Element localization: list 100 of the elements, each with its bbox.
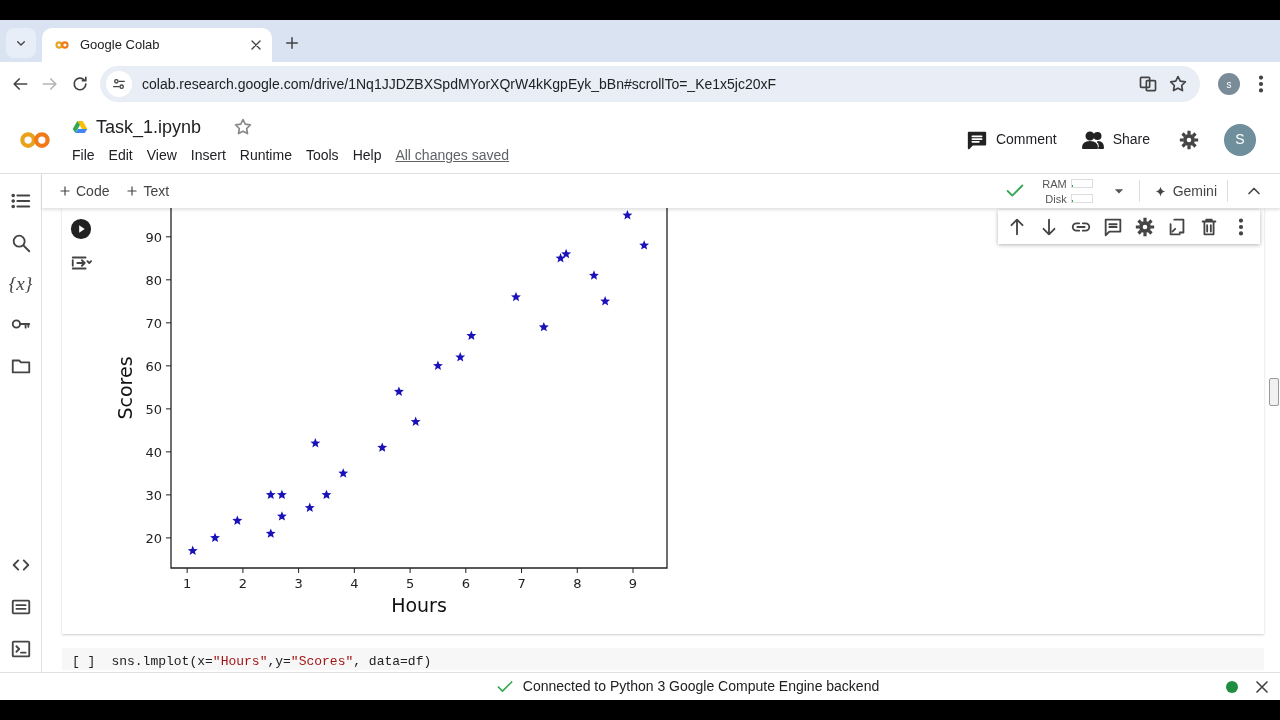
tick-mark <box>186 567 188 574</box>
menu-item[interactable]: View <box>146 144 177 166</box>
tick-mark <box>165 236 172 238</box>
plus-icon <box>58 184 72 198</box>
add-cell-button[interactable]: Text <box>125 180 170 202</box>
url-text: colab.research.google.com/drive/1Nq1JJDZBXSpdMYorXQrW4kKgpEyk_bBn#scrollTo=_Ke1x5jc20xF <box>142 74 778 94</box>
runtime-status[interactable]: RAM Disk <box>1004 177 1093 205</box>
translate-icon[interactable] <box>1138 74 1158 94</box>
star-marker <box>210 532 220 543</box>
star-marker <box>187 545 198 555</box>
menu-item[interactable]: Runtime <box>239 144 292 166</box>
code-cell[interactable]: [ ] sns.lmplot(x="Hours",y="Scores", data=df) <box>62 648 1264 670</box>
tick-mark <box>353 567 355 574</box>
tick-mark <box>465 567 467 574</box>
menu-item[interactable]: Insert <box>190 144 226 166</box>
star-marker <box>538 321 549 332</box>
tick-mark <box>165 451 172 453</box>
star-marker <box>304 502 315 512</box>
tick-label: 7 <box>517 576 526 591</box>
tick-label: 9 <box>628 576 638 591</box>
axis-title: Hours <box>391 594 447 616</box>
tick-mark <box>165 494 172 496</box>
tick-label: 70 <box>145 315 162 331</box>
star-marker <box>377 442 388 452</box>
tab-title: Google Colab <box>80 36 161 55</box>
tick-mark <box>165 408 172 410</box>
notebook-title[interactable]: Task_1.ipynb <box>96 113 202 141</box>
scrollbar-thumb[interactable] <box>1269 378 1279 406</box>
code-line: sns.lmplot(x="Hours",y="Scores", data=df) <box>111 654 432 670</box>
tick-mark <box>409 567 411 574</box>
star-marker <box>561 248 572 259</box>
star-marker <box>455 352 466 362</box>
menu-item[interactable]: File <box>72 144 95 166</box>
tick-label: 5 <box>405 576 415 591</box>
tick-mark <box>298 567 300 574</box>
share-button[interactable]: Share <box>1080 127 1150 152</box>
tick-label: 1 <box>183 576 192 591</box>
star-icon[interactable] <box>1168 74 1188 94</box>
tick-mark <box>165 322 172 324</box>
axis-title: Scores <box>114 356 136 420</box>
tick-label: 8 <box>573 576 582 591</box>
tick-label: 60 <box>145 358 162 374</box>
sparkle-icon <box>1153 184 1167 198</box>
tick-label: 20 <box>145 530 162 546</box>
star-marker <box>265 489 276 500</box>
tick-label: 4 <box>350 576 359 591</box>
tick-label: 50 <box>145 401 162 417</box>
star-marker <box>466 330 477 340</box>
star-marker <box>639 240 650 250</box>
tick-label: 2 <box>238 576 248 591</box>
run-cell-icon[interactable] <box>70 218 92 240</box>
tick-label: 90 <box>145 229 162 245</box>
tick-label: 3 <box>294 576 303 591</box>
star-marker <box>600 296 611 306</box>
menu-item[interactable]: Help <box>352 144 382 166</box>
reload-icon[interactable] <box>70 74 90 94</box>
run-cell-button[interactable]: [ ] <box>72 654 96 670</box>
star-icon[interactable] <box>233 117 254 137</box>
tick-mark <box>632 567 634 574</box>
settings-icon[interactable] <box>1134 216 1156 238</box>
star-marker <box>321 489 332 500</box>
status-message: Connected to Python 3 Google Compute Engine backend <box>522 677 880 696</box>
comment-button[interactable]: Comment <box>965 128 1057 151</box>
star-marker <box>265 528 276 538</box>
menu-item[interactable]: Edit <box>108 144 133 166</box>
star-marker <box>232 515 243 525</box>
tick-mark <box>521 567 523 574</box>
save-status-link[interactable]: All changes saved <box>395 144 510 166</box>
star-marker <box>410 416 421 426</box>
menu-item[interactable]: Tools <box>305 144 339 166</box>
star-marker <box>310 438 321 448</box>
comment-icon[interactable] <box>1102 216 1124 238</box>
tick-mark <box>242 567 244 574</box>
tick-mark <box>165 365 172 367</box>
settings-icon[interactable] <box>1178 128 1200 151</box>
star-marker <box>277 511 287 521</box>
star-marker <box>433 360 443 371</box>
plus-icon <box>125 184 140 198</box>
site-info-icon[interactable] <box>111 76 127 92</box>
tick-label: 30 <box>145 487 162 503</box>
star-marker <box>277 489 287 500</box>
address-bar[interactable]: colab.research.google.com/drive/1Nq1JJDZBXSpdMYorXQrW4kKgpEyk_bBn#scrollTo=_Ke1x5jc20xF <box>100 66 1200 102</box>
star-marker <box>589 270 599 280</box>
star-marker <box>338 468 349 478</box>
tick-mark <box>165 537 172 539</box>
connection-dot <box>1226 680 1238 693</box>
tick-label: 80 <box>145 272 162 288</box>
gemini-button[interactable]: Gemini <box>1153 180 1217 202</box>
add-cell-button[interactable]: Code <box>58 180 110 202</box>
star-marker <box>622 210 633 220</box>
drive-icon <box>72 119 88 135</box>
star-marker <box>511 291 521 302</box>
browser-tab[interactable]: Google Colab <box>42 28 272 62</box>
tick-mark <box>576 567 578 574</box>
meter-label: RAM <box>1042 177 1067 190</box>
terminal-icon[interactable] <box>9 638 32 660</box>
tick-label: 40 <box>145 444 162 460</box>
tick-mark <box>165 279 172 281</box>
variables-button[interactable]: {x} <box>8 274 33 293</box>
tick-label: 6 <box>461 576 470 591</box>
